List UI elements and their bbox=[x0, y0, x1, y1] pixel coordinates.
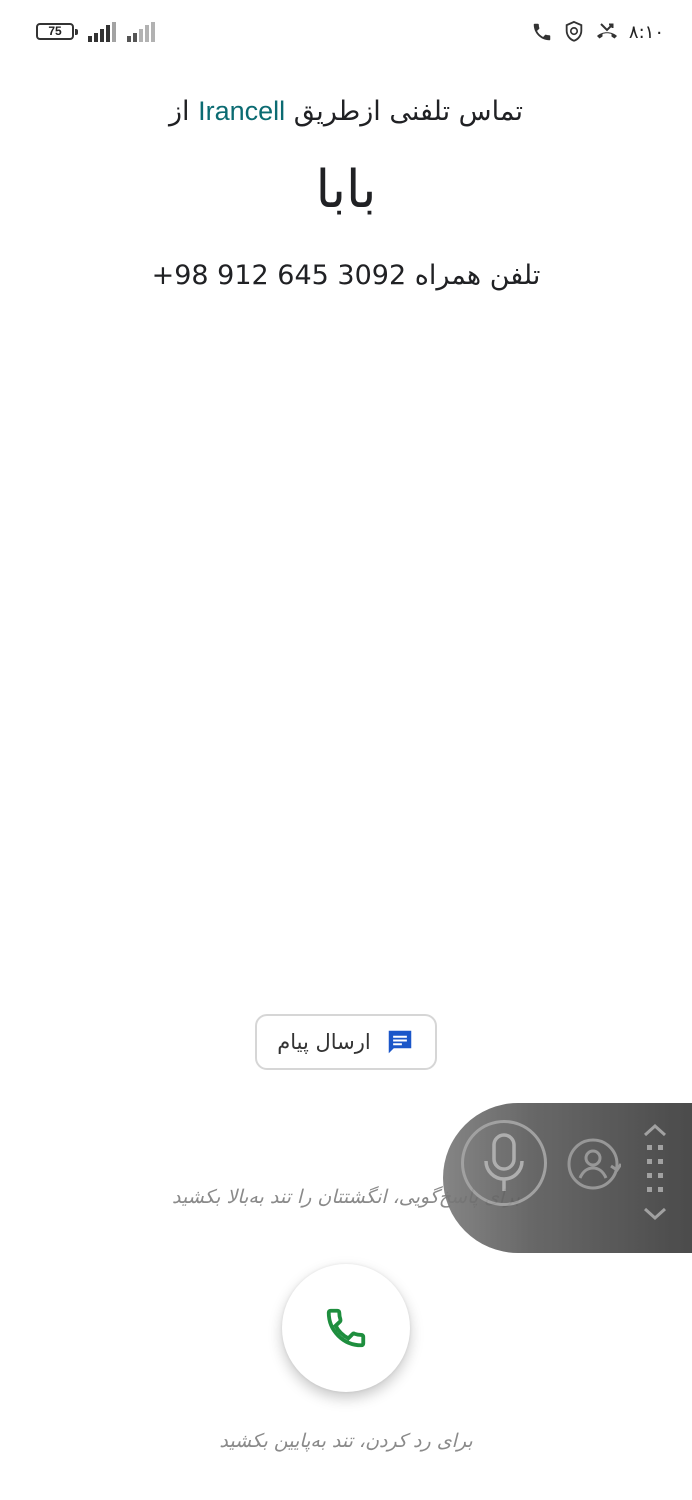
status-right-group: ۸:۱۰ bbox=[531, 18, 664, 46]
shield-icon bbox=[565, 20, 583, 42]
caller-number-line: تلفن همراه +98 912 645 3092 bbox=[0, 260, 692, 291]
battery-icon: 75 bbox=[36, 23, 78, 40]
message-icon bbox=[388, 1030, 411, 1054]
phone-icon bbox=[533, 23, 551, 41]
send-message-label: ارسال پیام bbox=[277, 1030, 371, 1054]
drag-handle-icon[interactable] bbox=[641, 1121, 669, 1231]
carrier-name: Irancell bbox=[198, 96, 286, 126]
number-label: تلفن همراه bbox=[414, 260, 541, 291]
via-prefix: تماس تلفنی ازطریق bbox=[293, 96, 523, 127]
missed-call-icon bbox=[596, 23, 617, 39]
battery-level: 75 bbox=[48, 24, 62, 38]
phone-number: +98 912 645 3092 bbox=[151, 260, 407, 291]
caller-name: بابا bbox=[315, 160, 377, 220]
floating-assist-panel[interactable] bbox=[443, 1103, 692, 1253]
signal-icon bbox=[88, 22, 116, 42]
status-time: ۸:۱۰ bbox=[628, 21, 664, 43]
phone-icon bbox=[326, 1308, 366, 1348]
microphone-icon bbox=[484, 1133, 524, 1191]
via-suffix: از bbox=[169, 96, 190, 127]
answer-call-button[interactable] bbox=[282, 1264, 410, 1392]
send-message-button[interactable]: ارسال پیام bbox=[255, 1014, 437, 1070]
signal-icon bbox=[127, 22, 155, 42]
call-via-line: تماس تلفنی ازطریق Irancell از bbox=[0, 96, 692, 127]
microphone-button[interactable] bbox=[461, 1120, 547, 1206]
decline-hint: برای رد کردن، تند به‌پایین بکشید bbox=[219, 1430, 473, 1452]
user-sync-icon[interactable] bbox=[565, 1136, 621, 1192]
status-bar: 75 ۸:۱۰ bbox=[0, 0, 692, 64]
